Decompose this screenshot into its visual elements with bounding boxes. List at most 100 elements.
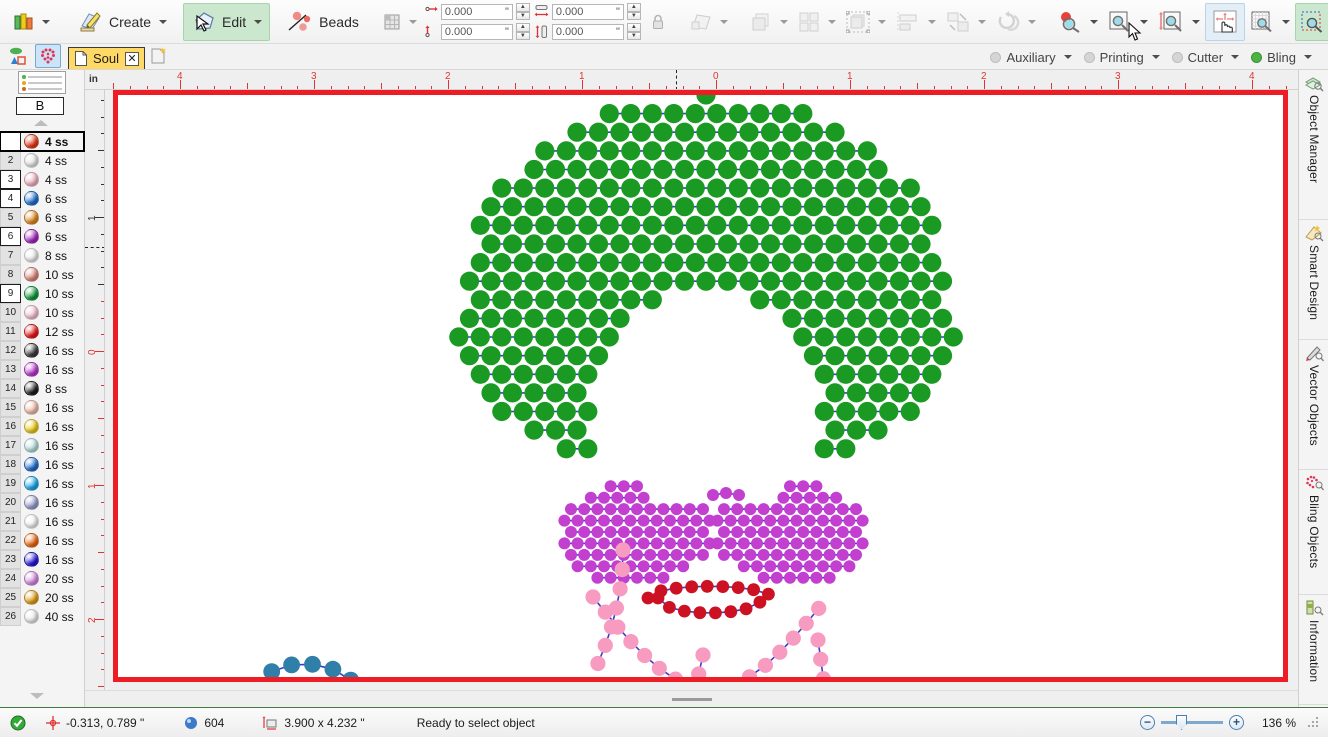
bead-color-swatch[interactable] <box>24 590 39 605</box>
rhinestone[interactable] <box>846 271 867 291</box>
rhinestone[interactable] <box>889 197 910 217</box>
rhinestone[interactable] <box>810 571 823 584</box>
rhinestone[interactable] <box>922 215 942 235</box>
rhinestone[interactable] <box>685 580 699 594</box>
rhinestone[interactable] <box>610 234 630 254</box>
rhinestone[interactable] <box>696 159 716 180</box>
rhinestone[interactable] <box>524 197 544 217</box>
rhinestone[interactable] <box>664 560 676 573</box>
rhinestone[interactable] <box>502 308 523 328</box>
bling-tool-button[interactable] <box>35 44 61 68</box>
rhinestone[interactable] <box>481 234 501 254</box>
rhinestone[interactable] <box>657 548 670 561</box>
rhinestone[interactable] <box>644 548 657 561</box>
rhinestone[interactable] <box>578 526 591 538</box>
bead-color-swatch[interactable] <box>24 571 39 586</box>
rhinestone[interactable] <box>578 178 598 198</box>
rhinestone[interactable] <box>664 514 676 527</box>
rhinestone[interactable] <box>685 104 705 124</box>
rhinestone[interactable] <box>793 178 813 198</box>
rhinestone[interactable] <box>797 503 810 516</box>
rhinestone[interactable] <box>817 560 829 573</box>
rhinestone[interactable] <box>492 401 512 422</box>
rhinestone[interactable] <box>836 526 849 538</box>
rhinestone[interactable] <box>558 514 571 527</box>
bead-color-swatch[interactable] <box>24 609 39 624</box>
rhinestone[interactable] <box>718 526 730 538</box>
rhinestone[interactable] <box>567 383 587 403</box>
rhinestone[interactable] <box>889 346 910 366</box>
rhinestone[interactable] <box>850 503 862 516</box>
rhinestone[interactable] <box>850 548 862 561</box>
rhinestone[interactable] <box>567 420 587 440</box>
rhinestone[interactable] <box>803 271 824 291</box>
rhinestone[interactable] <box>598 537 610 550</box>
rhinestone[interactable] <box>900 178 920 198</box>
rhinestone[interactable] <box>535 290 555 310</box>
rhinestone[interactable] <box>718 548 730 561</box>
rhinestone[interactable] <box>578 364 598 384</box>
rhinestone[interactable] <box>524 234 544 254</box>
rhinestone[interactable] <box>784 480 796 493</box>
rhinestone[interactable] <box>674 122 695 142</box>
bead-row-25[interactable]: 25 20 ss <box>0 588 84 607</box>
position-y-stepper[interactable]: ▲ ▼ <box>515 23 530 40</box>
rhinestone[interactable] <box>611 491 624 504</box>
rhinestone[interactable] <box>578 290 598 310</box>
mode-cutter[interactable]: Cutter <box>1166 45 1245 69</box>
rhinestone[interactable] <box>621 104 641 124</box>
rhinestone[interactable] <box>830 491 843 504</box>
rhinestone[interactable] <box>814 253 834 273</box>
rhinestone[interactable] <box>653 159 673 180</box>
rhinestone[interactable] <box>598 514 610 527</box>
rhinestone[interactable] <box>760 122 781 142</box>
bead-color-swatch[interactable] <box>24 476 39 491</box>
rhinestone[interactable] <box>813 651 829 667</box>
rhinestone[interactable] <box>691 666 707 677</box>
rhinestone[interactable] <box>797 526 810 538</box>
rhinestone[interactable] <box>741 669 758 677</box>
rhinestone[interactable] <box>922 253 942 273</box>
rhinestone[interactable] <box>846 420 867 440</box>
bead-row-15[interactable]: 15 16 ss <box>0 398 84 417</box>
rhinestone[interactable] <box>604 548 617 561</box>
rhinestone[interactable] <box>653 234 673 254</box>
rhinestone[interactable] <box>610 308 630 328</box>
rhinestone[interactable] <box>793 327 813 347</box>
rhinestone[interactable] <box>757 571 770 584</box>
rhinestone[interactable] <box>513 401 533 422</box>
rhinestone[interactable] <box>558 537 571 550</box>
rhinestone[interactable] <box>771 141 791 161</box>
rhinestone[interactable] <box>856 514 869 527</box>
rhinestone[interactable] <box>764 514 777 527</box>
rhinestone[interactable] <box>604 503 617 516</box>
bead-row-2[interactable]: 2 4 ss <box>0 151 84 170</box>
bead-color-swatch[interactable] <box>24 324 39 339</box>
rhinestone-afro-girl-design[interactable] <box>118 95 1283 677</box>
rhinestone[interactable] <box>584 537 597 550</box>
rhinestone[interactable] <box>739 122 759 142</box>
rhinestone[interactable] <box>717 197 738 217</box>
rhinestone[interactable] <box>739 271 759 291</box>
bead-row-19[interactable]: 19 16 ss <box>0 474 84 493</box>
rhinestone[interactable] <box>631 571 643 584</box>
rhinestone[interactable] <box>535 401 555 422</box>
bead-color-swatch[interactable] <box>24 191 39 206</box>
rhinestone[interactable] <box>591 526 604 538</box>
rhinestone[interactable] <box>578 215 598 235</box>
bead-row-20[interactable]: 20 16 ss <box>0 493 84 512</box>
rhinestone[interactable] <box>760 271 781 291</box>
bead-group-box[interactable]: B <box>16 97 64 115</box>
rhinestone[interactable] <box>588 346 609 366</box>
rhinestone[interactable] <box>545 234 566 254</box>
rhinestone[interactable] <box>263 663 281 677</box>
rhinestone[interactable] <box>911 308 931 328</box>
dock-item-smart-design[interactable]: Smart Design <box>1299 220 1328 340</box>
rhinestone[interactable] <box>571 514 584 527</box>
rhinestone[interactable] <box>624 491 637 504</box>
rhinestone[interactable] <box>900 401 920 422</box>
rhinestone[interactable] <box>567 159 587 180</box>
rhinestone[interactable] <box>459 271 480 291</box>
bead-list[interactable]: 1 4 ss 2 4 ss 3 4 ss 4 6 ss 5 6 ss 6 6 ss 7 8 ss 8 10 s… <box>0 131 85 626</box>
rhinestone[interactable] <box>731 526 744 538</box>
